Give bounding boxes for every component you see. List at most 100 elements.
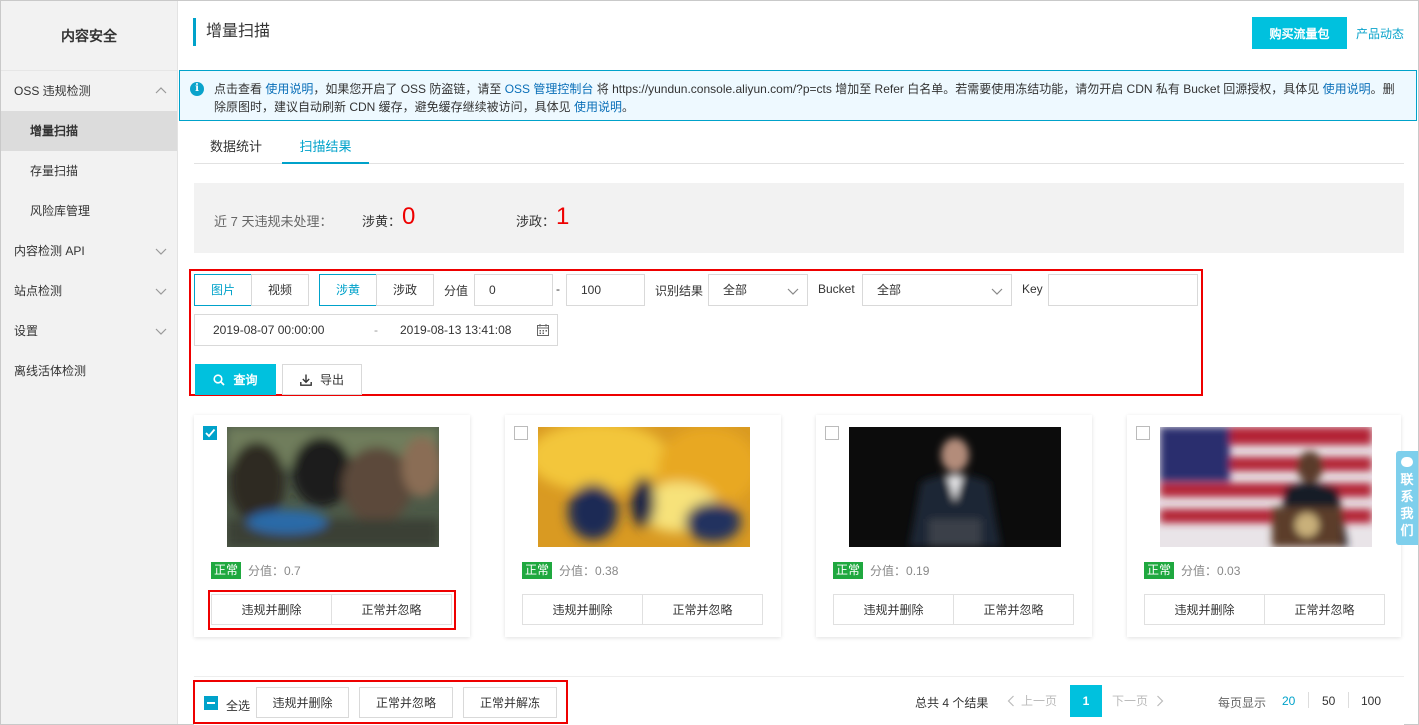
- stats-label: 近 7 天违规未处理：: [214, 214, 333, 229]
- result-select[interactable]: 全部: [708, 274, 808, 306]
- blurred-image: [849, 427, 1061, 547]
- score-min-input[interactable]: 0: [474, 274, 553, 306]
- download-icon: [300, 374, 312, 386]
- score-value: 0.03: [1217, 564, 1241, 578]
- card-checkbox[interactable]: [514, 426, 528, 440]
- result-select-value: 全部: [723, 283, 748, 297]
- usage-guide-link[interactable]: 使用说明: [574, 100, 622, 114]
- chat-icon: [1401, 457, 1413, 467]
- notice-text: 。: [622, 100, 635, 114]
- sidebar-item-label: 内容检测 API: [14, 244, 85, 258]
- sidebar-item-label: 存量扫描: [30, 164, 79, 178]
- prev-page-button[interactable]: 上一页: [1007, 692, 1057, 709]
- info-notice: i 点击查看 使用说明，如果您开启了 OSS 防盗链，请至 OSS 管理控制台 …: [179, 70, 1417, 121]
- page-size-option[interactable]: 100: [1361, 694, 1381, 708]
- divider: [1348, 692, 1349, 708]
- stats-panel: 近 7 天违规未处理： 涉黄： 0 涉政： 1: [194, 183, 1404, 253]
- tab-statistics[interactable]: 数据统计: [210, 133, 262, 164]
- query-button[interactable]: 查询: [195, 364, 276, 395]
- notice-text: 将 https://yundun.console.aliyun.com/?p=c…: [593, 82, 1323, 96]
- politics-label: 涉政：: [516, 214, 556, 229]
- sidebar-item-site-detection[interactable]: 站点检测: [1, 271, 177, 311]
- oss-console-link[interactable]: OSS 管理控制台: [505, 82, 594, 96]
- status-badge: 正常: [1144, 562, 1175, 579]
- chevron-down-icon: [155, 248, 167, 255]
- contact-char: 联: [1400, 472, 1414, 487]
- sidebar-item-stock-scan[interactable]: 存量扫描: [1, 151, 177, 191]
- sidebar-item-content-api[interactable]: 内容检测 API: [1, 231, 177, 271]
- chevron-down-icon: [155, 328, 167, 335]
- key-input[interactable]: [1048, 274, 1198, 306]
- bulk-violation-delete-button[interactable]: 违规并删除: [256, 687, 349, 718]
- card-actions: 违规并删除 正常并忽略: [1144, 594, 1385, 625]
- score-max-input[interactable]: 100: [566, 274, 645, 306]
- bucket-select-value: 全部: [877, 283, 902, 297]
- sidebar-item-settings[interactable]: 设置: [1, 311, 177, 351]
- normal-ignore-button[interactable]: 正常并忽略: [953, 595, 1073, 624]
- violation-delete-button[interactable]: 违规并删除: [834, 595, 953, 624]
- sidebar-item-incremental-scan[interactable]: 增量扫描: [1, 111, 177, 151]
- usage-guide-link[interactable]: 使用说明: [1323, 82, 1371, 96]
- page-size-label: 每页显示: [1218, 696, 1267, 710]
- card-thumbnail[interactable]: [849, 427, 1061, 547]
- scene-porn[interactable]: 涉黄: [319, 274, 377, 306]
- bulk-normal-unfreeze-button[interactable]: 正常并解冻: [463, 687, 557, 718]
- card-thumbnail[interactable]: [227, 427, 439, 547]
- violation-delete-button[interactable]: 违规并删除: [1145, 595, 1264, 624]
- bulk-normal-ignore-button[interactable]: 正常并忽略: [359, 687, 453, 718]
- notice-text: ，如果您开启了 OSS 防盗链，请至: [313, 82, 505, 96]
- date-start: 2019-08-07 00:00:00: [213, 323, 325, 337]
- notice-text: 点击查看: [214, 82, 266, 96]
- sidebar-item-label: 站点检测: [14, 284, 63, 298]
- normal-ignore-button[interactable]: 正常并忽略: [642, 595, 762, 624]
- key-label: Key: [1022, 282, 1043, 296]
- scene-politics[interactable]: 涉政: [376, 274, 434, 306]
- info-icon: i: [190, 82, 204, 96]
- page-size-option[interactable]: 20: [1282, 694, 1295, 708]
- next-page-button[interactable]: 下一页: [1112, 692, 1164, 709]
- page-number-current[interactable]: 1: [1070, 685, 1102, 717]
- politics-count: 1: [556, 203, 570, 230]
- export-button-label: 导出: [319, 373, 344, 387]
- normal-ignore-button[interactable]: 正常并忽略: [1264, 595, 1384, 624]
- tab-scan-results[interactable]: 扫描结果: [282, 133, 369, 164]
- score-label: 分值：: [870, 564, 907, 578]
- card-checkbox[interactable]: [1136, 426, 1150, 440]
- next-page-label: 下一页: [1112, 694, 1149, 708]
- score-label: 分值：: [248, 564, 285, 578]
- calendar-icon: [537, 324, 549, 336]
- card-checkbox[interactable]: [203, 426, 217, 440]
- page-title: 增量扫描: [193, 18, 270, 46]
- sidebar: 内容安全 OSS 违规检测 增量扫描 存量扫描 风险库管理 内容检测 API 站…: [1, 1, 178, 724]
- export-button[interactable]: 导出: [282, 364, 362, 395]
- media-type-image[interactable]: 图片: [194, 274, 252, 306]
- chevron-right-icon: [1157, 695, 1164, 707]
- divider: [1308, 692, 1309, 708]
- bucket-select[interactable]: 全部: [862, 274, 1012, 306]
- date-range-picker[interactable]: 2019-08-07 00:00:00 - 2019-08-13 13:41:0…: [194, 314, 558, 346]
- buy-traffic-pack-button[interactable]: 购买流量包: [1252, 17, 1347, 49]
- tab-bar: 数据统计 扫描结果: [194, 133, 1404, 164]
- score-text: 分值：0.19: [870, 562, 929, 579]
- violation-delete-button[interactable]: 违规并删除: [523, 595, 642, 624]
- sidebar-item-oss-detection[interactable]: OSS 违规检测: [1, 71, 177, 111]
- date-end: 2019-08-13 13:41:08: [400, 323, 512, 337]
- page-size-option[interactable]: 50: [1322, 694, 1335, 708]
- card-checkbox[interactable]: [825, 426, 839, 440]
- media-type-video[interactable]: 视频: [251, 274, 309, 306]
- query-button-label: 查询: [233, 373, 258, 387]
- usage-guide-link[interactable]: 使用说明: [265, 82, 313, 96]
- card-actions-highlight: [208, 590, 456, 630]
- score-text: 分值：0.7: [248, 562, 301, 579]
- search-icon: [213, 374, 226, 386]
- sidebar-item-offline-liveness[interactable]: 离线活体检测: [1, 351, 177, 391]
- select-all-checkbox[interactable]: [204, 696, 218, 710]
- score-label: 分值：: [1181, 564, 1218, 578]
- contact-us-tab[interactable]: 联 系 我 们: [1396, 451, 1418, 545]
- select-all-label[interactable]: 全选: [226, 697, 250, 714]
- product-news-link[interactable]: 产品动态: [1356, 25, 1404, 42]
- sidebar-item-risk-library[interactable]: 风险库管理: [1, 191, 177, 231]
- card-thumbnail[interactable]: [1160, 427, 1372, 547]
- page-header: 增量扫描 购买流量包 产品动态: [179, 1, 1418, 69]
- card-thumbnail[interactable]: [538, 427, 750, 547]
